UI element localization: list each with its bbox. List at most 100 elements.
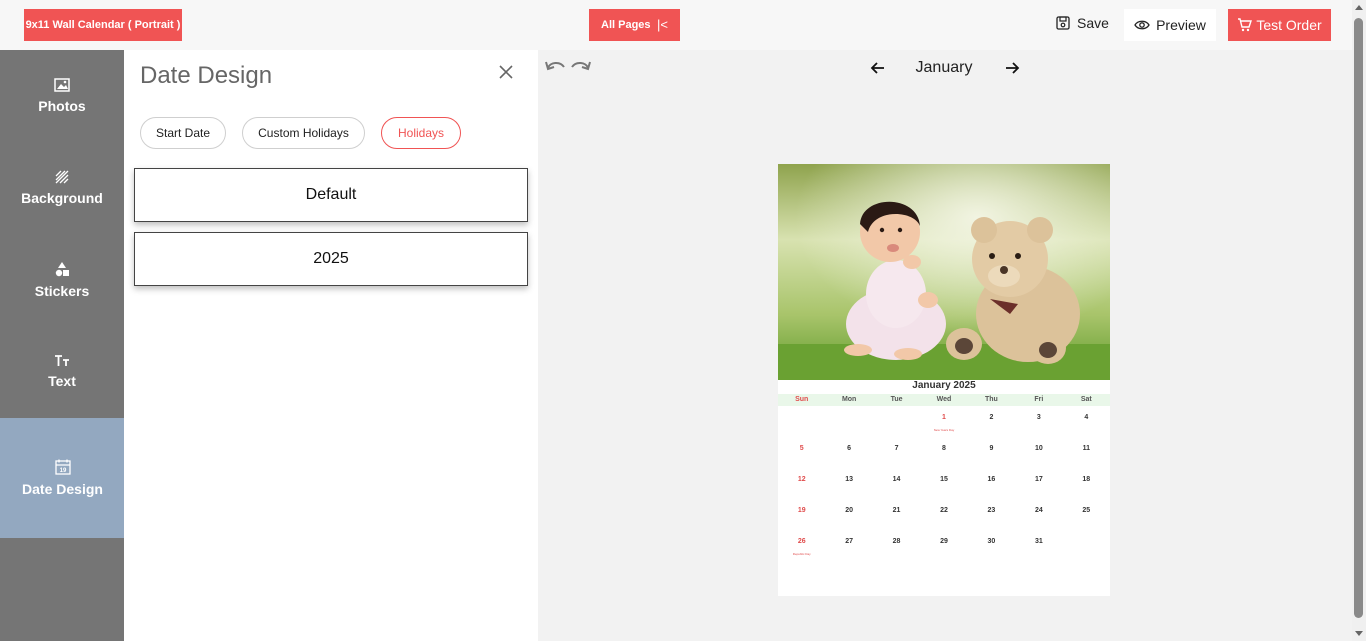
holiday-option-2025[interactable]: 2025 xyxy=(134,232,528,286)
sidebar: Photos Background Stickers Text 19 Date … xyxy=(0,50,125,641)
top-bar: 9x11 Wall Calendar ( Portrait ) All Page… xyxy=(0,0,1352,50)
day-number: 10 xyxy=(1034,445,1043,452)
design-canvas: January January 2025 Sun Mon Tue Wed Thu… xyxy=(538,50,1352,641)
calendar-day-cell: 9 xyxy=(968,439,1015,470)
calendar-day-cell: 13 xyxy=(825,470,872,501)
save-button[interactable]: Save xyxy=(1056,9,1116,37)
text-icon xyxy=(55,355,69,366)
option-label: 2025 xyxy=(313,250,349,267)
panel-title: Date Design xyxy=(140,62,273,89)
calendar-page[interactable]: January 2025 Sun Mon Tue Wed Thu Fri Sat… xyxy=(778,164,1110,596)
sidebar-item-photos[interactable]: Photos xyxy=(0,50,124,142)
calendar-day-cell: 30 xyxy=(968,532,1015,563)
save-icon xyxy=(1056,16,1070,30)
all-pages-button[interactable]: All Pages |< xyxy=(589,9,680,41)
day-number: 5 xyxy=(799,445,804,452)
arrow-right-icon[interactable] xyxy=(1004,60,1020,76)
calendar-day-cell: 19 xyxy=(778,501,825,532)
sidebar-item-text[interactable]: Text xyxy=(0,326,124,418)
tab-label: Start Date xyxy=(155,126,211,140)
day-number: 31 xyxy=(1034,538,1043,545)
calendar-day-cell: 15 xyxy=(920,470,967,501)
preview-button[interactable]: Preview xyxy=(1124,9,1216,41)
weekday-label: Mon xyxy=(841,396,857,403)
sidebar-item-label: Date Design xyxy=(22,481,103,497)
day-number: 7 xyxy=(894,445,899,452)
calendar-day-cell: 22 xyxy=(920,501,967,532)
day-number: 3 xyxy=(1036,414,1041,421)
image-icon xyxy=(54,78,70,92)
calendar-day-cell: 31 xyxy=(1015,532,1062,563)
calendar-day-cell: 12 xyxy=(778,470,825,501)
sidebar-item-label: Stickers xyxy=(34,283,90,299)
weekday-label: Tue xyxy=(890,396,903,403)
calendar-day-cell: 20 xyxy=(825,501,872,532)
day-number: 23 xyxy=(987,507,996,514)
weekday-label: Sun xyxy=(795,396,809,403)
calendar-day-cell: 21 xyxy=(873,501,920,532)
day-number: 26 xyxy=(797,538,806,545)
calendar-grid: 1 New Years Day 2 3 4 5 6 7 8 9 10 11 12 13 14 15 16 17 18… xyxy=(778,408,1110,563)
tab-custom-holidays[interactable]: Custom Holidays xyxy=(242,117,365,149)
calendar-day-cell xyxy=(873,408,920,439)
scroll-down-arrow-icon[interactable] xyxy=(1355,631,1363,636)
calendar-day-cell: 24 xyxy=(1015,501,1062,532)
day-number: 8 xyxy=(942,445,946,452)
day-number: 16 xyxy=(987,476,996,483)
calendar-day-cell: 6 xyxy=(825,439,872,470)
cart-icon xyxy=(1238,18,1253,32)
page-scrollbar[interactable] xyxy=(1352,0,1366,641)
day-number: 13 xyxy=(845,476,854,483)
sidebar-item-stickers[interactable]: Stickers xyxy=(0,234,124,326)
product-label: 9x11 Wall Calendar ( Portrait ) xyxy=(25,19,181,31)
close-icon[interactable] xyxy=(497,63,515,81)
test-order-button[interactable]: Test Order xyxy=(1228,9,1331,41)
calendar-day-cell xyxy=(1063,532,1110,563)
calendar-day-cell: 3 xyxy=(1015,408,1062,439)
holiday-option-default[interactable]: Default xyxy=(134,168,528,222)
arrow-left-icon[interactable] xyxy=(870,60,886,76)
calendar-day-cell: 7 xyxy=(873,439,920,470)
pattern-icon xyxy=(55,170,69,184)
day-number: 28 xyxy=(892,538,901,545)
day-number: 1 xyxy=(942,414,946,421)
calendar-day-cell: 8 xyxy=(920,439,967,470)
calendar-month-title: January 2025 xyxy=(912,380,976,391)
sidebar-item-label: Background xyxy=(21,190,103,206)
day-number: 11 xyxy=(1082,445,1090,452)
calendar-photo[interactable] xyxy=(778,164,1110,380)
collapse-icon[interactable]: |< xyxy=(657,17,668,32)
current-month: January xyxy=(915,59,973,76)
calendar-day-cell: 26 Republic Day xyxy=(778,532,825,563)
calendar-day-cell xyxy=(778,408,825,439)
weekday-label: Fri xyxy=(1034,396,1044,403)
calendar-day-cell: 11 xyxy=(1063,439,1110,470)
undo-icon[interactable] xyxy=(544,58,568,76)
tab-start-date[interactable]: Start Date xyxy=(140,117,226,149)
calendar-day-cell: 25 xyxy=(1063,501,1110,532)
weekday-label: Wed xyxy=(936,396,952,403)
day-number: 2 xyxy=(989,414,994,421)
day-number: 20 xyxy=(845,507,854,514)
weekday-label: Sat xyxy=(1080,396,1092,403)
scroll-thumb[interactable] xyxy=(1354,18,1363,618)
tab-holidays[interactable]: Holidays xyxy=(381,117,461,149)
sidebar-item-background[interactable]: Background xyxy=(0,142,124,234)
calendar-day-cell: 5 xyxy=(778,439,825,470)
day-number: 14 xyxy=(892,476,901,483)
weekday-header: Sun Mon Tue Wed Thu Fri Sat xyxy=(778,394,1110,406)
day-number: 17 xyxy=(1034,476,1043,483)
sidebar-item-date-design[interactable]: 19 Date Design xyxy=(0,418,125,538)
holiday-name: New Years Day xyxy=(933,428,955,432)
scroll-up-arrow-icon[interactable] xyxy=(1355,5,1363,10)
all-pages-label: All Pages xyxy=(601,19,651,31)
day-number: 22 xyxy=(940,507,948,514)
save-label: Save xyxy=(1077,15,1109,31)
calendar-day-cell: 17 xyxy=(1015,470,1062,501)
sidebar-item-label: Text xyxy=(48,373,76,389)
day-number: 6 xyxy=(847,445,852,452)
holiday-name: Republic Day xyxy=(792,552,811,556)
redo-icon[interactable] xyxy=(568,58,592,76)
calendar-day-cell: 1 New Years Day xyxy=(920,408,967,439)
product-button[interactable]: 9x11 Wall Calendar ( Portrait ) xyxy=(24,9,182,41)
